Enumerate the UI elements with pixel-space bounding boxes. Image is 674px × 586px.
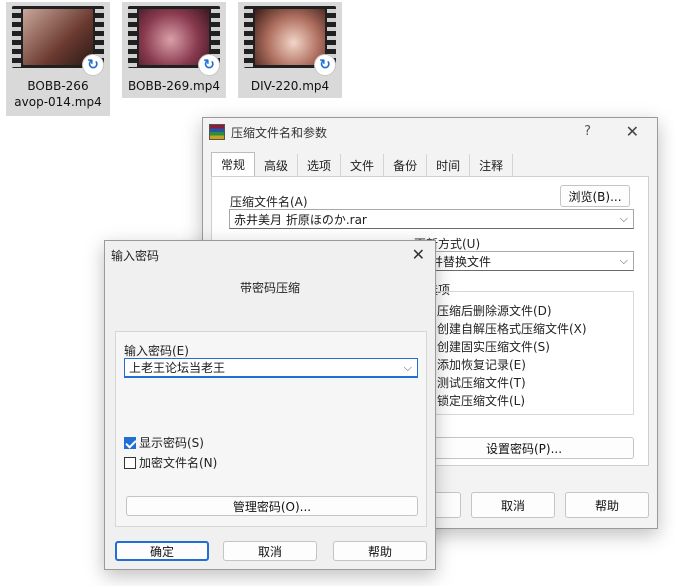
film-strip-left bbox=[12, 6, 21, 68]
tab-backup[interactable]: 备份 bbox=[384, 154, 428, 176]
show-password-checkbox[interactable]: 显示密码(S) bbox=[124, 434, 204, 451]
option-recovery-record[interactable]: 添加恢复记录(E) bbox=[437, 356, 526, 373]
password-value: 上老王论坛当老王 bbox=[129, 361, 226, 375]
file-icon-bobb-269[interactable]: ↻ BOBB-269.mp4 bbox=[122, 2, 226, 98]
browse-button[interactable]: 浏览(B)... bbox=[560, 185, 630, 207]
tab-advanced[interactable]: 高级 bbox=[255, 154, 299, 176]
chevron-down-icon[interactable]: ⌵ bbox=[620, 212, 628, 226]
help-icon[interactable]: ? bbox=[584, 124, 591, 139]
file-name-line2: avop-014.mp4 bbox=[14, 95, 102, 109]
tab-time[interactable]: 时间 bbox=[427, 154, 471, 176]
file-name: BOBB-269.mp4 bbox=[128, 79, 220, 93]
checkbox-checked-icon[interactable] bbox=[124, 437, 136, 449]
thumbnail-image bbox=[139, 9, 209, 65]
thumbnail-image bbox=[255, 9, 325, 65]
update-mode-select[interactable]: 加并替换文件 ⌵ bbox=[414, 251, 634, 271]
archive-name-label: 压缩文件名(A) bbox=[230, 195, 308, 209]
password-panel: 输入密码(E) 上老王论坛当老王 ⌵ 显示密码(S) 加密文件名(N) 管理密码… bbox=[115, 331, 427, 527]
tab-options[interactable]: 选项 bbox=[298, 154, 342, 176]
password-dialog: 输入密码 ✕ 带密码压缩 输入密码(E) 上老王论坛当老王 ⌵ 显示密码(S) … bbox=[104, 240, 436, 570]
media-player-badge-icon: ↻ bbox=[82, 54, 104, 76]
help-button[interactable]: 帮助 bbox=[565, 492, 649, 518]
archive-name-value: 赤井美月 折原ほのか.rar bbox=[234, 212, 367, 227]
option-delete-after[interactable]: 压缩后删除源文件(D) bbox=[437, 302, 552, 319]
tab-files[interactable]: 文件 bbox=[341, 154, 385, 176]
winrar-app-icon bbox=[209, 124, 225, 140]
window-title: 压缩文件名和参数 bbox=[231, 125, 328, 140]
option-sfx[interactable]: 创建自解压格式压缩文件(X) bbox=[437, 320, 587, 337]
chevron-down-icon[interactable]: ⌵ bbox=[620, 254, 628, 268]
title-bar: 压缩文件名和参数 ? ✕ bbox=[203, 118, 657, 146]
title-bar: 输入密码 ✕ bbox=[105, 241, 435, 269]
film-strip-left bbox=[128, 6, 137, 68]
dialog-title: 输入密码 bbox=[111, 248, 160, 263]
tab-comment[interactable]: 注释 bbox=[470, 154, 514, 176]
tab-bar: 常规 高级 选项 文件 备份 时间 注释 bbox=[211, 152, 514, 176]
encrypt-names-checkbox[interactable]: 加密文件名(N) bbox=[124, 454, 217, 471]
password-label: 输入密码(E) bbox=[124, 344, 189, 358]
ok-button[interactable]: 确定 bbox=[115, 541, 209, 561]
thumbnail-image bbox=[23, 9, 93, 65]
option-test[interactable]: 测试压缩文件(T) bbox=[437, 374, 526, 391]
film-strip-left bbox=[244, 6, 253, 68]
options-group: 压缩后删除源文件(D) 创建自解压格式压缩文件(X) 创建固实压缩文件(S) 添… bbox=[414, 291, 634, 415]
cancel-button[interactable]: 取消 bbox=[223, 541, 317, 561]
option-lock[interactable]: 锁定压缩文件(L) bbox=[437, 392, 525, 409]
checkbox-unchecked-icon[interactable] bbox=[124, 457, 136, 469]
file-name: DIV-220.mp4 bbox=[250, 79, 330, 93]
cancel-button[interactable]: 取消 bbox=[471, 492, 555, 518]
manage-passwords-button[interactable]: 管理密码(O)... bbox=[126, 496, 418, 516]
media-player-badge-icon: ↻ bbox=[198, 54, 220, 76]
media-player-badge-icon: ↻ bbox=[314, 54, 336, 76]
encrypt-names-label: 加密文件名(N) bbox=[139, 456, 218, 470]
file-name: BOBB-266 bbox=[27, 79, 89, 93]
show-password-label: 显示密码(S) bbox=[139, 436, 204, 450]
help-button[interactable]: 帮助 bbox=[333, 541, 427, 561]
close-icon[interactable]: ✕ bbox=[626, 122, 639, 141]
chevron-down-icon[interactable]: ⌵ bbox=[404, 361, 412, 375]
option-solid[interactable]: 创建固实压缩文件(S) bbox=[437, 338, 550, 355]
close-icon[interactable]: ✕ bbox=[412, 245, 425, 264]
dialog-heading: 带密码压缩 bbox=[239, 281, 300, 295]
tab-general[interactable]: 常规 bbox=[211, 152, 256, 176]
file-icon-div-220[interactable]: ↻ DIV-220.mp4 bbox=[238, 2, 342, 98]
archive-name-combo[interactable]: 赤井美月 折原ほのか.rar ⌵ bbox=[229, 209, 634, 229]
password-input[interactable]: 上老王论坛当老王 ⌵ bbox=[124, 358, 418, 378]
set-password-button[interactable]: 设置密码(P)... bbox=[414, 437, 634, 459]
file-icon-bobb-266[interactable]: ↻ BOBB-266 avop-014.mp4 bbox=[6, 2, 110, 116]
